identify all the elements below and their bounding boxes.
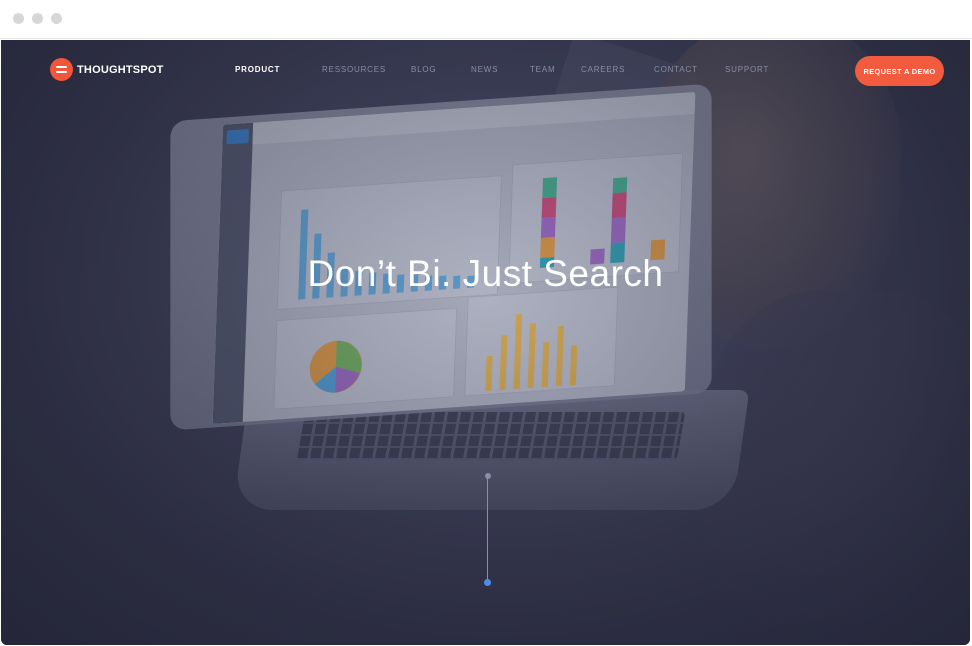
brand-logo[interactable]: THOUGHTSPOT <box>50 58 164 81</box>
window-minimize-dot[interactable] <box>32 13 43 24</box>
nav-item-careers[interactable]: CAREERS <box>581 65 625 74</box>
nav-item-blog[interactable]: BLOG <box>411 65 436 74</box>
hero-headline: Don’t Bi. Just Search <box>307 253 664 294</box>
nav-item-team[interactable]: TEAM <box>530 65 555 74</box>
nav-item-product[interactable]: PRODUCT <box>235 65 280 74</box>
scroll-indicator-line <box>487 477 488 584</box>
hero-section: THOUGHTSPOT PRODUCT RESSOURCES BLOG NEWS… <box>1 40 970 645</box>
nav-item-contact[interactable]: CONTACT <box>654 65 698 74</box>
request-demo-button[interactable]: REQUEST A DEMO <box>855 56 944 86</box>
hero-dark-overlay <box>1 40 970 645</box>
browser-window: THOUGHTSPOT PRODUCT RESSOURCES BLOG NEWS… <box>0 0 972 646</box>
nav-item-support[interactable]: SUPPORT <box>725 65 769 74</box>
window-chrome <box>0 0 972 39</box>
thoughtspot-logo-icon <box>50 58 73 81</box>
scroll-down-indicator[interactable] <box>484 579 491 586</box>
nav-item-news[interactable]: NEWS <box>471 65 498 74</box>
window-close-dot[interactable] <box>13 13 24 24</box>
nav-item-ressources[interactable]: RESSOURCES <box>322 65 386 74</box>
window-maximize-dot[interactable] <box>51 13 62 24</box>
brand-name: THOUGHTSPOT <box>77 63 164 76</box>
